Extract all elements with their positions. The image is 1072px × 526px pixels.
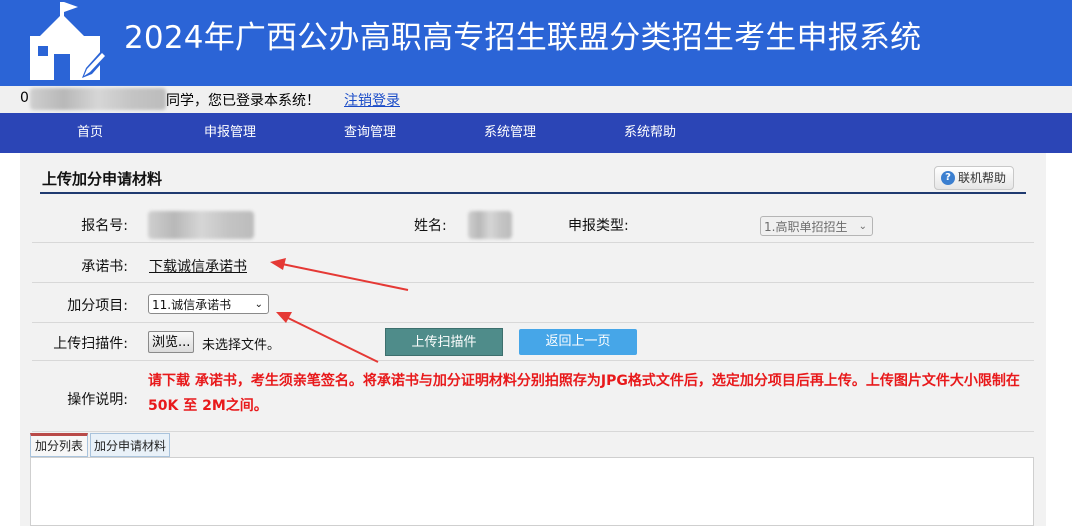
row-divider [32,431,1034,432]
nav-item-system[interactable]: 系统管理 [450,113,570,153]
redacted-user-id [30,88,166,110]
main-nav: 首页 申报管理 查询管理 系统管理 系统帮助 [0,113,1072,153]
user-id-prefix: 0 [20,90,29,106]
upload-panel: 上传加分申请材料 ? 联机帮助 报名号: 姓名: 申报类型: 1.高职单招招生 … [20,153,1046,526]
chevron-down-icon: ⌄ [858,221,867,232]
instructions-text: 请下载 承诺书，考生须亲笔签名。将承诺书与加分证明材料分别拍照存为JPG格式文件… [148,373,1020,414]
bonus-item-value: 11.诚信承诺书 [152,298,232,312]
nav-item-home[interactable]: 首页 [30,113,150,153]
redacted-name [468,211,512,239]
back-button[interactable]: 返回上一页 [519,329,637,355]
school-logo-icon [30,2,108,80]
row-divider [32,360,1034,361]
upload-scan-label: 上传扫描件: [53,336,128,352]
browse-button[interactable]: 浏览... [148,331,195,353]
nav-item-help[interactable]: 系统帮助 [590,113,710,153]
online-help-button[interactable]: ? 联机帮助 [934,166,1014,190]
row-divider [32,322,1034,323]
bonus-item-select[interactable]: 11.诚信承诺书 ⌄ [148,294,269,314]
system-title: 2024年广西公办高职高专招生联盟分类招生考生申报系统 [124,20,922,56]
help-question-icon: ? [941,171,955,185]
tab-bonus-list[interactable]: 加分列表 [30,433,88,457]
row-divider [32,282,1034,283]
download-pledge-link[interactable]: 下载诚信承诺书 [149,256,247,276]
user-bar: 0 同学，您已登录本系统！ 注销登录 [0,86,1072,113]
chevron-down-icon: ⌄ [254,299,263,310]
upload-scan-button[interactable]: 上传扫描件 [385,328,503,356]
row-divider [32,242,1034,243]
nav-item-application[interactable]: 申报管理 [170,113,290,153]
type-select[interactable]: 1.高职单招招生 ⌄ [760,216,873,236]
app-header: 2024年广西公办高职高专招生联盟分类招生考生申报系统 [0,0,1072,86]
instructions-label: 操作说明: [67,392,128,408]
redacted-reg-no [148,211,254,239]
name-label: 姓名: [414,218,447,234]
nav-item-query[interactable]: 查询管理 [310,113,430,153]
reg-no-label: 报名号: [81,218,128,234]
type-select-value: 1.高职单招招生 [764,220,848,234]
logout-link[interactable]: 注销登录 [344,90,400,110]
no-file-text: 未选择文件。 [202,338,281,353]
tab-content [30,457,1034,526]
bonus-item-label: 加分项目: [67,298,128,314]
help-button-label: 联机帮助 [958,171,1007,185]
type-label: 申报类型: [568,218,629,234]
title-divider [40,192,1026,194]
pledge-label: 承诺书: [81,259,128,275]
login-greeting: 同学，您已登录本系统！ [166,93,320,109]
tab-bonus-materials[interactable]: 加分申请材料 [90,433,170,457]
panel-title: 上传加分申请材料 [42,170,163,188]
